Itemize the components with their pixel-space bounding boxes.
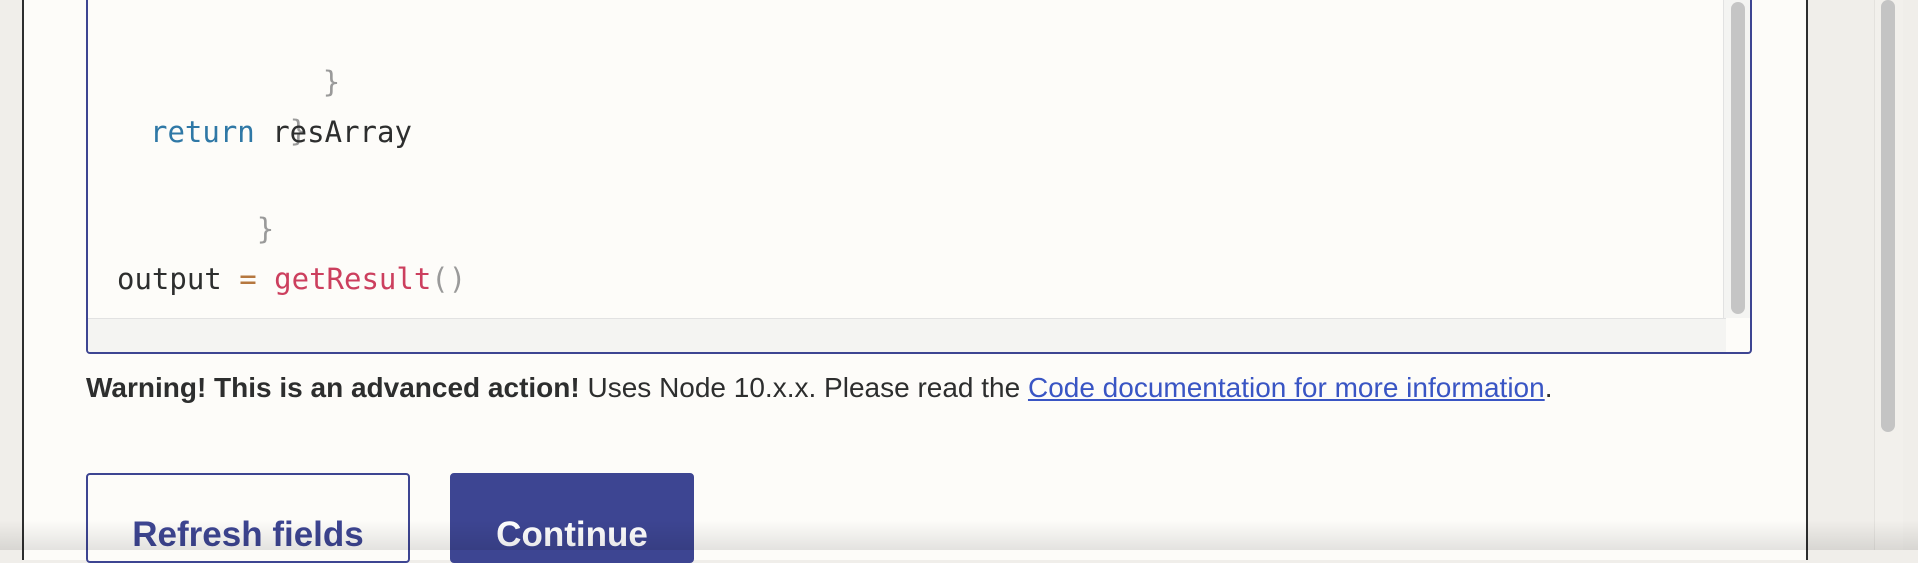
- code-token: output: [117, 262, 222, 296]
- editor-vertical-scrollbar[interactable]: [1723, 0, 1750, 318]
- code-token: =: [221, 262, 275, 296]
- code-line: }: [183, 10, 340, 99]
- step-panel: } } return resArray } output = getResult…: [22, 0, 1808, 563]
- code-line: }: [150, 59, 307, 148]
- editor-scroll-thumb[interactable]: [1731, 2, 1745, 314]
- code-token: }: [256, 212, 275, 246]
- code-token: (): [431, 262, 467, 296]
- code-token: getResult: [274, 262, 432, 296]
- code-token: resArray: [254, 115, 412, 149]
- page-scroll-thumb[interactable]: [1881, 0, 1895, 432]
- warning-heading: Warning! This is an advanced action!: [86, 372, 580, 403]
- advanced-action-warning: Warning! This is an advanced action! Use…: [86, 372, 1552, 404]
- code-token: return: [150, 115, 255, 149]
- warning-suffix: .: [1544, 372, 1553, 403]
- code-line: output = getResult(): [117, 255, 466, 303]
- code-line: return resArray: [150, 108, 412, 156]
- code-line: }: [117, 157, 274, 246]
- warning-text: Uses Node 10.x.x. Please read the: [579, 372, 1028, 403]
- editor-horizontal-scrollbar[interactable]: [88, 318, 1726, 352]
- code-editor[interactable]: } } return resArray } output = getResult…: [86, 0, 1752, 354]
- code-documentation-link[interactable]: Code documentation for more information: [1028, 372, 1545, 403]
- code-token: }: [322, 65, 341, 99]
